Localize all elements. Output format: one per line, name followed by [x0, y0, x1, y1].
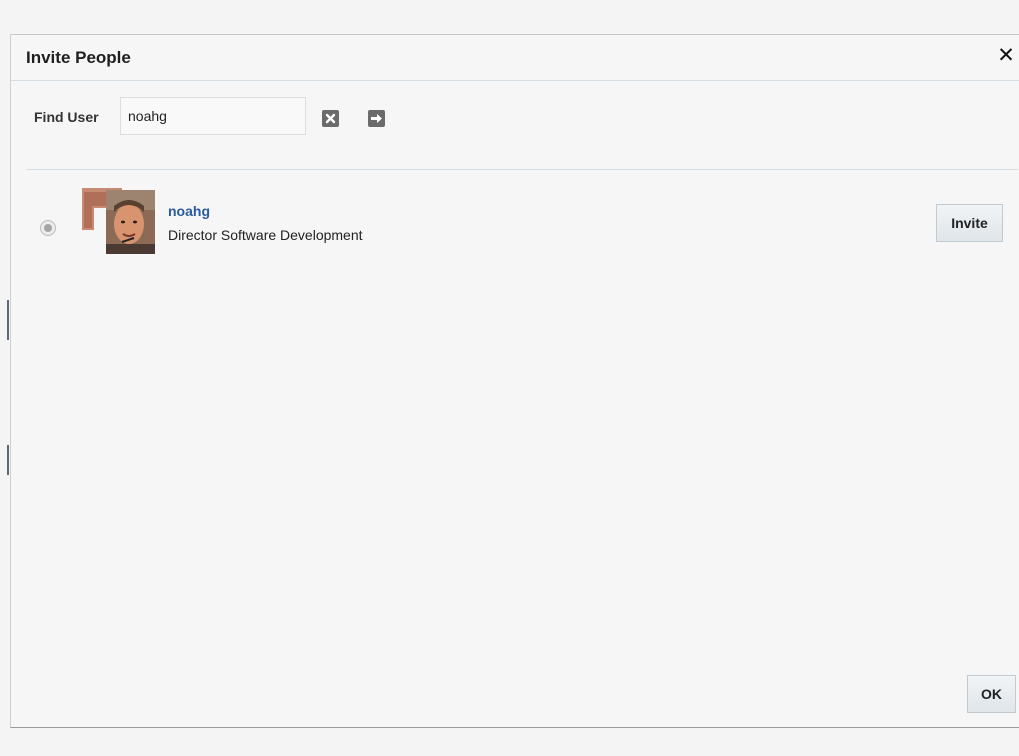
arrow-right-icon: [371, 114, 382, 123]
user-select-radio[interactable]: [40, 220, 56, 236]
page-edge-marker: [7, 300, 9, 340]
close-icon[interactable]: ✕: [995, 44, 1017, 68]
find-user-label: Find User: [34, 109, 99, 125]
search-go-button[interactable]: [368, 110, 385, 127]
find-user-input[interactable]: [120, 97, 306, 135]
avatar: [82, 188, 155, 254]
clear-search-button[interactable]: [322, 110, 339, 127]
invite-button[interactable]: Invite: [936, 204, 1003, 242]
user-name-link[interactable]: noahg: [168, 203, 210, 219]
clear-icon: [325, 113, 336, 124]
ok-button[interactable]: OK: [967, 675, 1016, 713]
invite-people-dialog: Invite People ✕ Find User noahg noahg Di…: [10, 34, 1019, 728]
dialog-title: Invite People: [26, 48, 131, 67]
divider: [26, 169, 1018, 170]
page-edge-marker: [7, 445, 9, 475]
user-job-title: Director Software Development: [168, 227, 363, 243]
dialog-titlebar: Invite People ✕: [11, 35, 1019, 81]
